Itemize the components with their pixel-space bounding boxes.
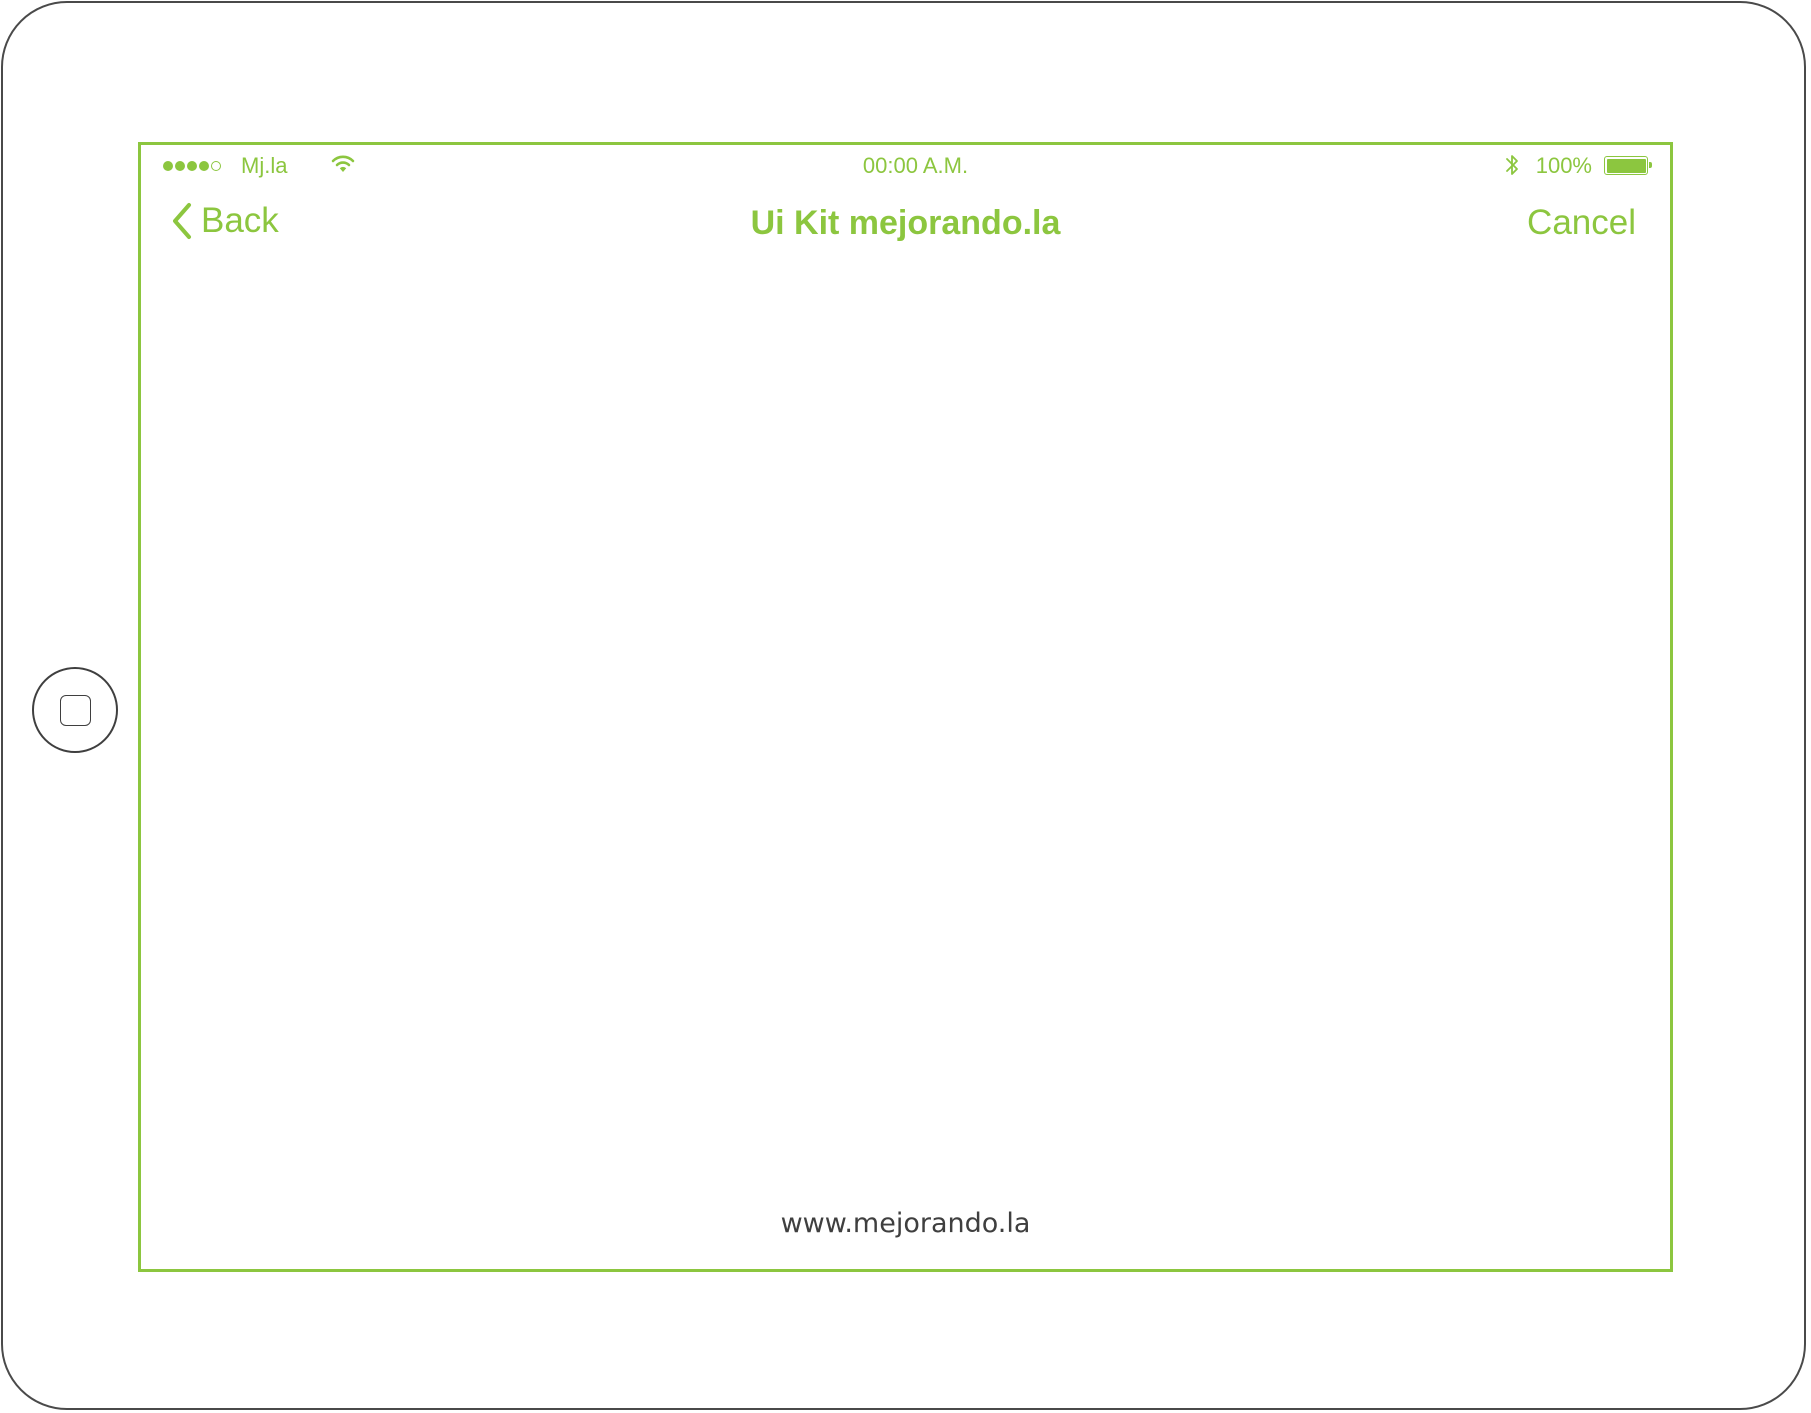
app-screen: Mj.la 00:00 A.M. 100% Back Ui Kit mejora… <box>138 142 1673 1272</box>
battery-fill <box>1606 158 1646 173</box>
footer-url: www.mejorando.la <box>780 1208 1031 1239</box>
battery-percentage: 100% <box>1535 153 1592 178</box>
status-bar: Mj.la 00:00 A.M. 100% <box>141 145 1670 187</box>
battery-icon <box>1604 156 1652 175</box>
page-title: Ui Kit mejorando.la <box>750 204 1061 242</box>
navigation-bar: Back Ui Kit mejorando.la Cancel <box>141 191 1670 247</box>
home-button[interactable] <box>32 667 118 753</box>
status-time: 00:00 A.M. <box>862 153 969 178</box>
bluetooth-icon <box>1506 155 1518 175</box>
cancel-button[interactable]: Cancel <box>1527 203 1636 243</box>
home-button-icon <box>60 695 91 726</box>
battery-nub <box>1649 162 1652 168</box>
